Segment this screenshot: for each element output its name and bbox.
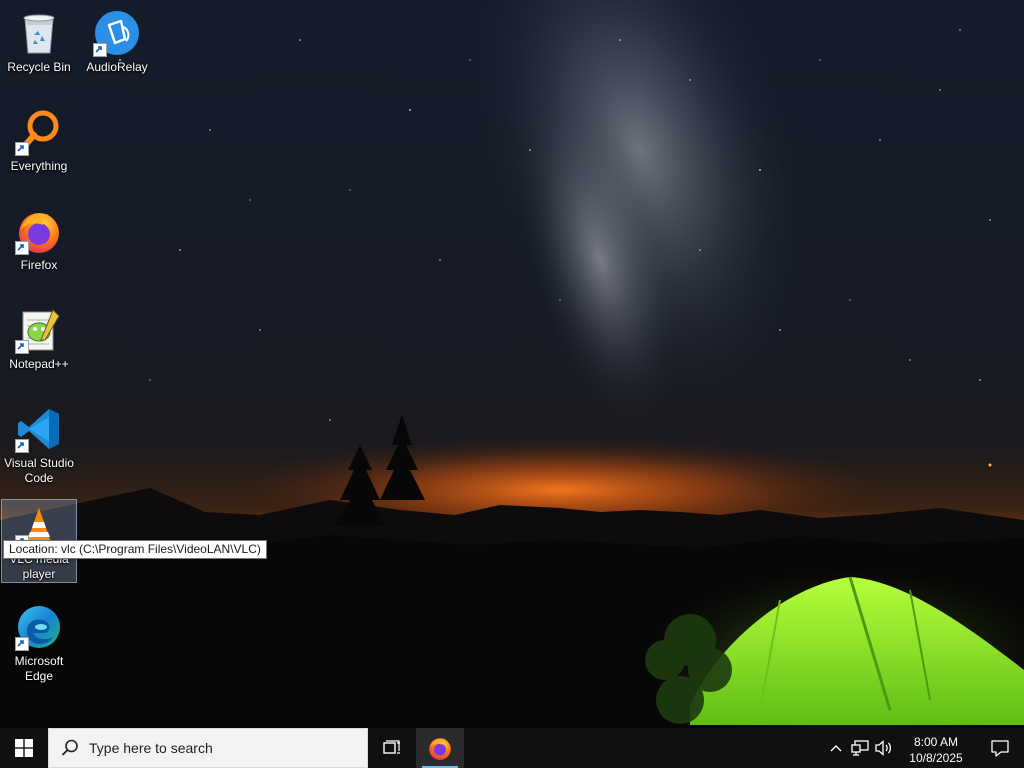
show-hidden-icons-button[interactable]: [824, 728, 848, 768]
desktop-icon-label: Firefox: [20, 258, 58, 272]
notepadpp-icon: [15, 306, 63, 354]
location-tooltip: Location: vlc (C:\Program Files\VideoLAN…: [3, 540, 267, 559]
notification-icon: [991, 739, 1009, 757]
network-icon: [851, 740, 869, 756]
start-button[interactable]: [0, 728, 48, 768]
chevron-up-icon: [830, 745, 842, 752]
search-placeholder: Type here to search: [89, 740, 213, 756]
shortcut-arrow-icon: [93, 43, 107, 57]
everything-icon: [15, 108, 63, 156]
shortcut-arrow-icon: [15, 439, 29, 453]
desktop-icon-audiorelay[interactable]: AudioRelay: [79, 4, 155, 76]
search-box[interactable]: Type here to search: [48, 728, 368, 768]
firefox-icon: [15, 207, 63, 255]
desktop-icon-label: Visual Studio Code: [4, 456, 74, 485]
desktop-icon-label: Recycle Bin: [7, 60, 71, 74]
volume-icon: [875, 740, 892, 756]
desktop-icon-everything[interactable]: Everything: [1, 103, 77, 175]
taskbar: Type here to search 8:00 AM 10/8/2025: [0, 728, 1024, 768]
desktop-icon-label: Everything: [10, 159, 68, 173]
edge-icon: [15, 603, 63, 651]
desktop-icon-recycle-bin[interactable]: Recycle Bin: [1, 4, 77, 76]
desktop-icon-notepadpp[interactable]: Notepad++: [1, 301, 77, 373]
desktop-icon-label: Notepad++: [9, 357, 69, 371]
vscode-icon: [15, 405, 63, 453]
desktop-icon-label: Microsoft Edge: [14, 654, 64, 683]
desktop-icon-firefox[interactable]: Firefox: [1, 202, 77, 274]
clock[interactable]: 8:00 AM 10/8/2025: [896, 731, 976, 766]
network-button[interactable]: [848, 728, 872, 768]
shortcut-arrow-icon: [15, 142, 29, 156]
search-icon: [61, 739, 78, 756]
action-center-button[interactable]: [976, 728, 1024, 768]
taskbar-app-firefox[interactable]: [416, 728, 464, 768]
shortcut-arrow-icon: [15, 340, 29, 354]
audiorelay-icon: [93, 9, 141, 57]
windows-logo-icon: [15, 739, 33, 757]
desktop-icon-edge[interactable]: Microsoft Edge: [1, 598, 77, 685]
firefox-icon: [429, 738, 451, 760]
desktop-icon-label: AudioRelay: [86, 60, 148, 74]
shortcut-arrow-icon: [15, 637, 29, 651]
recycle-bin-icon: [15, 9, 63, 57]
clock-date: 10/8/2025: [909, 750, 963, 765]
desktop-icon-vscode[interactable]: Visual Studio Code: [1, 400, 77, 487]
clock-time: 8:00 AM: [913, 734, 959, 749]
desktop-wallpaper: [0, 0, 1024, 728]
task-view-button[interactable]: [368, 728, 416, 768]
shortcut-arrow-icon: [15, 241, 29, 255]
volume-button[interactable]: [872, 728, 896, 768]
system-tray: 8:00 AM 10/8/2025: [824, 728, 1024, 768]
task-view-icon: [383, 740, 400, 754]
